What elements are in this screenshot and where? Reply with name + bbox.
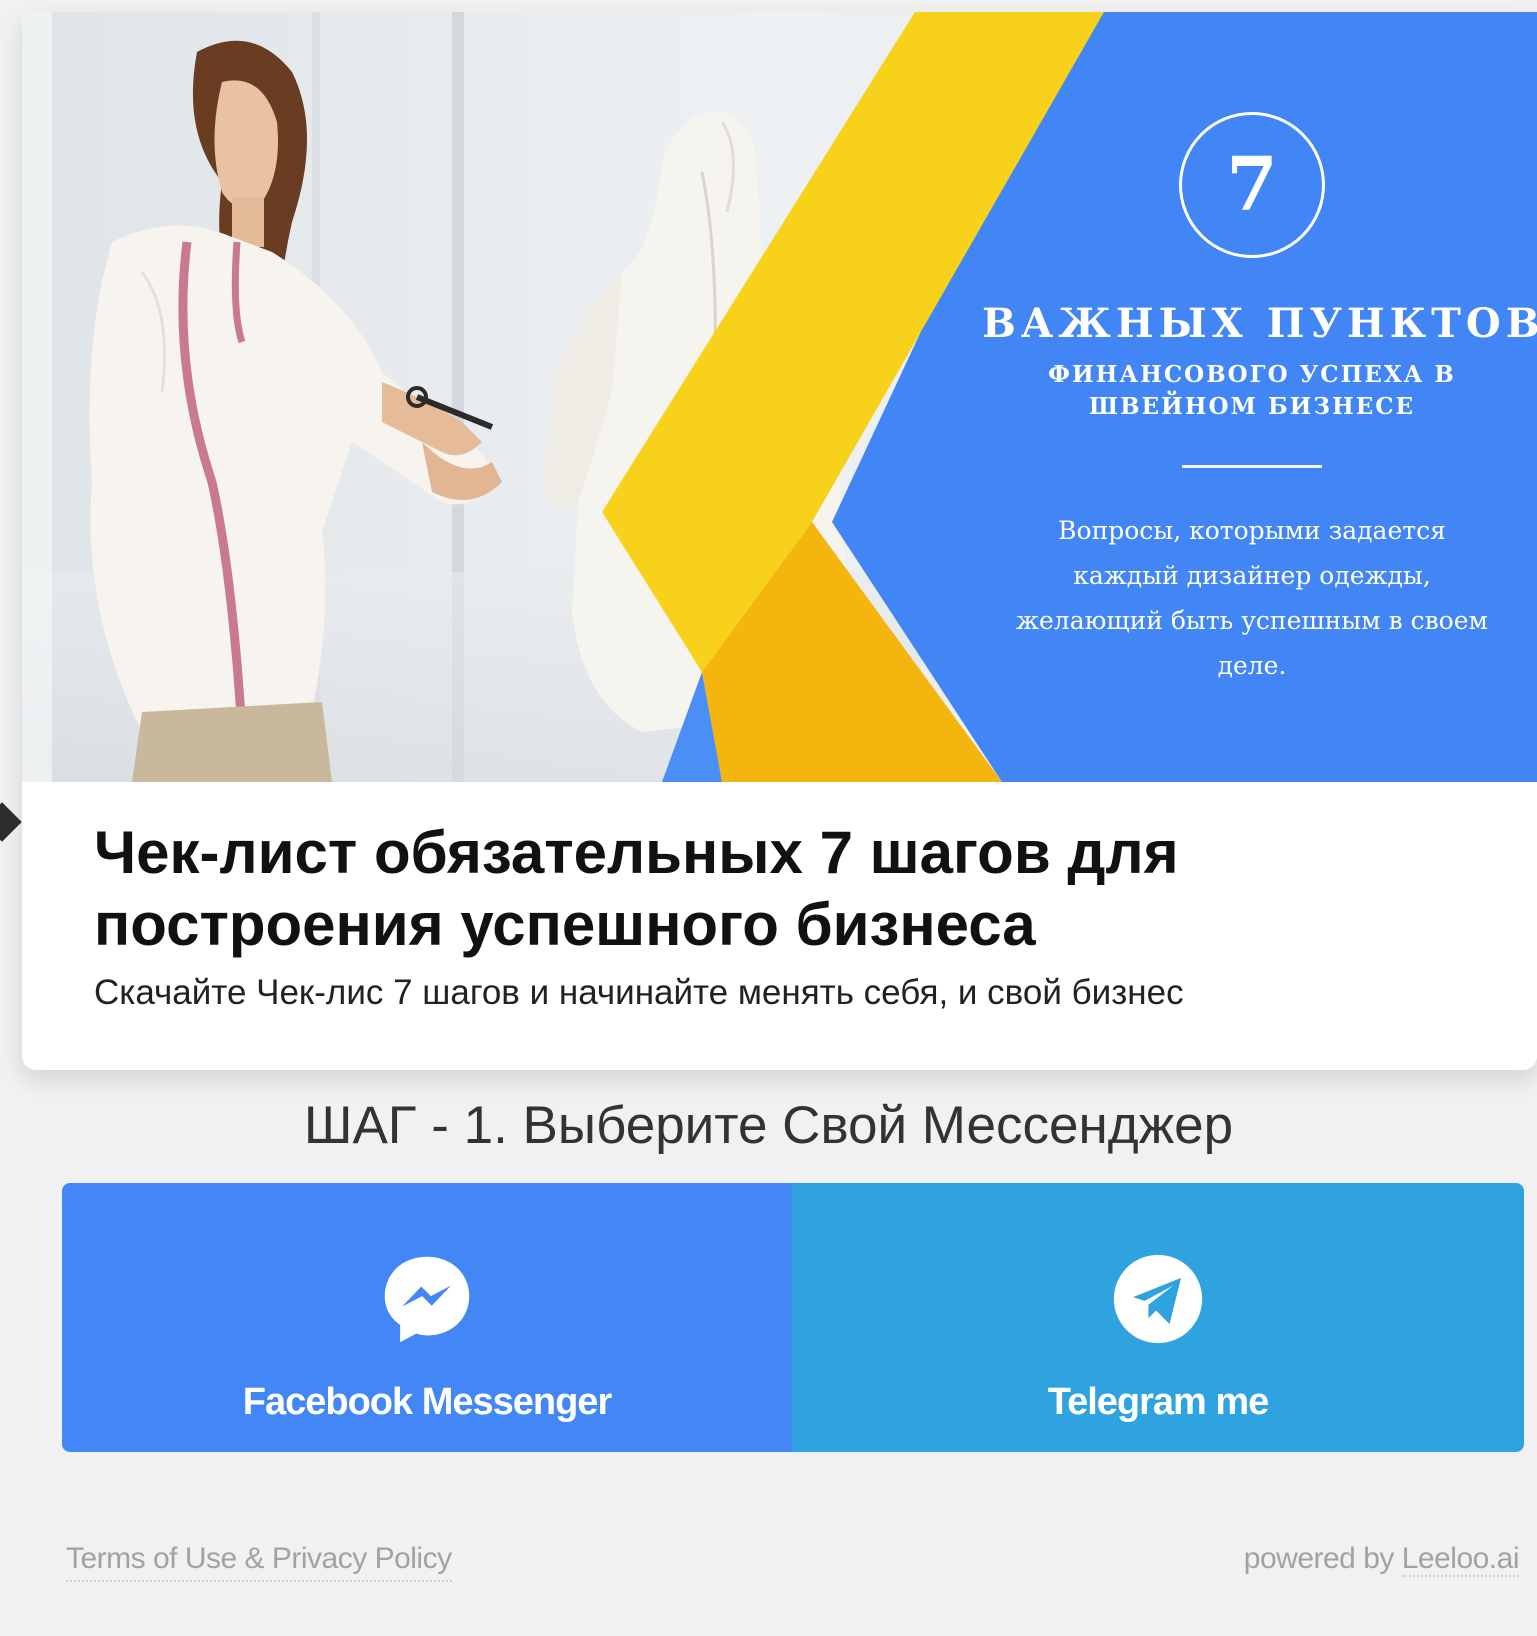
hero-subheading: ФИНАНСОВОГО УСПЕХА В ШВЕЙНОМ БИЗНЕСЕ [1048,361,1456,421]
leeloo-link[interactable]: Leeloo.ai [1401,1542,1520,1577]
chevron-left-icon[interactable] [0,802,22,842]
hero-overlay-text: 7 ВАЖНЫХ ПУНКТОВ ФИНАНСОВОГО УСПЕХА В ШВ… [982,112,1537,688]
card-subtitle: Скачайте Чек-лис 7 шагов и начинайте мен… [94,973,1184,1012]
facebook-messenger-button[interactable]: Facebook Messenger [62,1183,792,1452]
messenger-buttons: Facebook Messenger Telegram me [62,1183,1524,1452]
number-circle: 7 [1179,112,1325,258]
terms-privacy-link[interactable]: Terms of Use & Privacy Policy [66,1542,452,1582]
telegram-label: Telegram me [1047,1381,1270,1423]
offer-card: 7 ВАЖНЫХ ПУНКТОВ ФИНАНСОВОГО УСПЕХА В ШВ… [22,12,1537,1070]
hero-banner-image: 7 ВАЖНЫХ ПУНКТОВ ФИНАНСОВОГО УСПЕХА В ШВ… [22,12,1537,782]
facebook-messenger-label: Facebook Messenger [242,1381,612,1423]
messenger-icon [384,1256,470,1343]
hero-description: Вопросы, которыми задается каждый дизайн… [1016,516,1488,681]
powered-by: powered by Leeloo.ai [1243,1542,1520,1580]
card-info: Чек-лист обязательных 7 шагов для постро… [94,817,1514,1015]
telegram-icon [1113,1254,1203,1344]
step-title: ШАГ - 1. Выберите Свой Мессенджер [303,1096,1234,1155]
card-title: Чек-лист обязательных 7 шагов для постро… [94,819,1179,958]
hero-heading: ВАЖНЫХ ПУНКТОВ [982,300,1537,347]
telegram-button[interactable]: Telegram me [792,1183,1524,1452]
hero-divider [1182,465,1322,469]
powered-by-prefix: powered by [1243,1542,1402,1575]
